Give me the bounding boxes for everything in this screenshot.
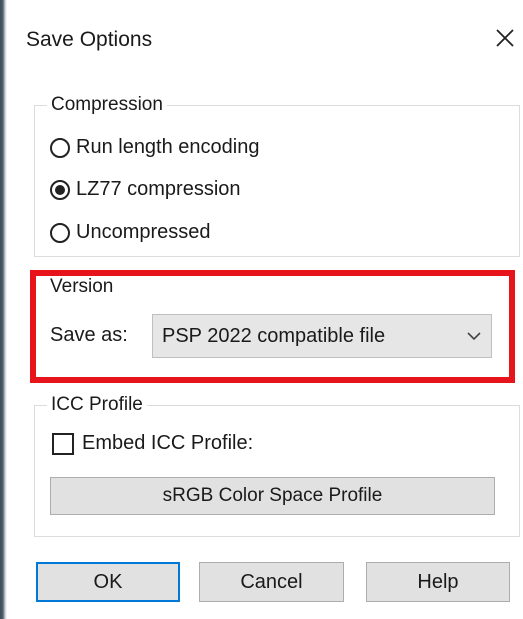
compression-legend: Compression bbox=[47, 92, 167, 118]
radio-label: Uncompressed bbox=[76, 221, 211, 243]
srgb-profile-button[interactable]: sRGB Color Space Profile bbox=[50, 477, 495, 515]
window-edge bbox=[0, 0, 7, 619]
checkbox-unchecked-icon bbox=[52, 432, 74, 455]
radio-checked-icon bbox=[50, 179, 70, 200]
help-button[interactable]: Help bbox=[366, 562, 510, 602]
radio-label: LZ77 compression bbox=[76, 178, 241, 200]
radio-unchecked-icon bbox=[50, 137, 70, 158]
red-highlight-box bbox=[30, 270, 515, 383]
ok-button-label: OK bbox=[93, 570, 123, 593]
radio-label: Run length encoding bbox=[76, 136, 260, 158]
save-options-dialog: Save Options Compression Run length enco… bbox=[7, 0, 523, 619]
help-button-label: Help bbox=[417, 570, 459, 593]
embed-icc-profile-checkbox[interactable]: Embed ICC Profile: bbox=[52, 432, 253, 455]
radio-uncompressed[interactable]: Uncompressed bbox=[50, 221, 211, 244]
dialog-title: Save Options bbox=[26, 28, 153, 51]
cancel-button-label: Cancel bbox=[240, 570, 303, 593]
radio-lz77-compression[interactable]: LZ77 compression bbox=[50, 178, 241, 201]
checkbox-label: Embed ICC Profile: bbox=[82, 432, 254, 454]
close-icon bbox=[496, 29, 514, 47]
icc-profile-legend: ICC Profile bbox=[47, 392, 147, 418]
radio-run-length-encoding[interactable]: Run length encoding bbox=[50, 136, 259, 159]
ok-button[interactable]: OK bbox=[36, 562, 180, 602]
radio-unchecked-icon bbox=[50, 222, 70, 243]
icc-profile-group: ICC Profile bbox=[34, 392, 520, 537]
close-button[interactable] bbox=[489, 22, 521, 54]
cancel-button[interactable]: Cancel bbox=[199, 562, 344, 602]
srgb-profile-button-label: sRGB Color Space Profile bbox=[162, 485, 383, 506]
